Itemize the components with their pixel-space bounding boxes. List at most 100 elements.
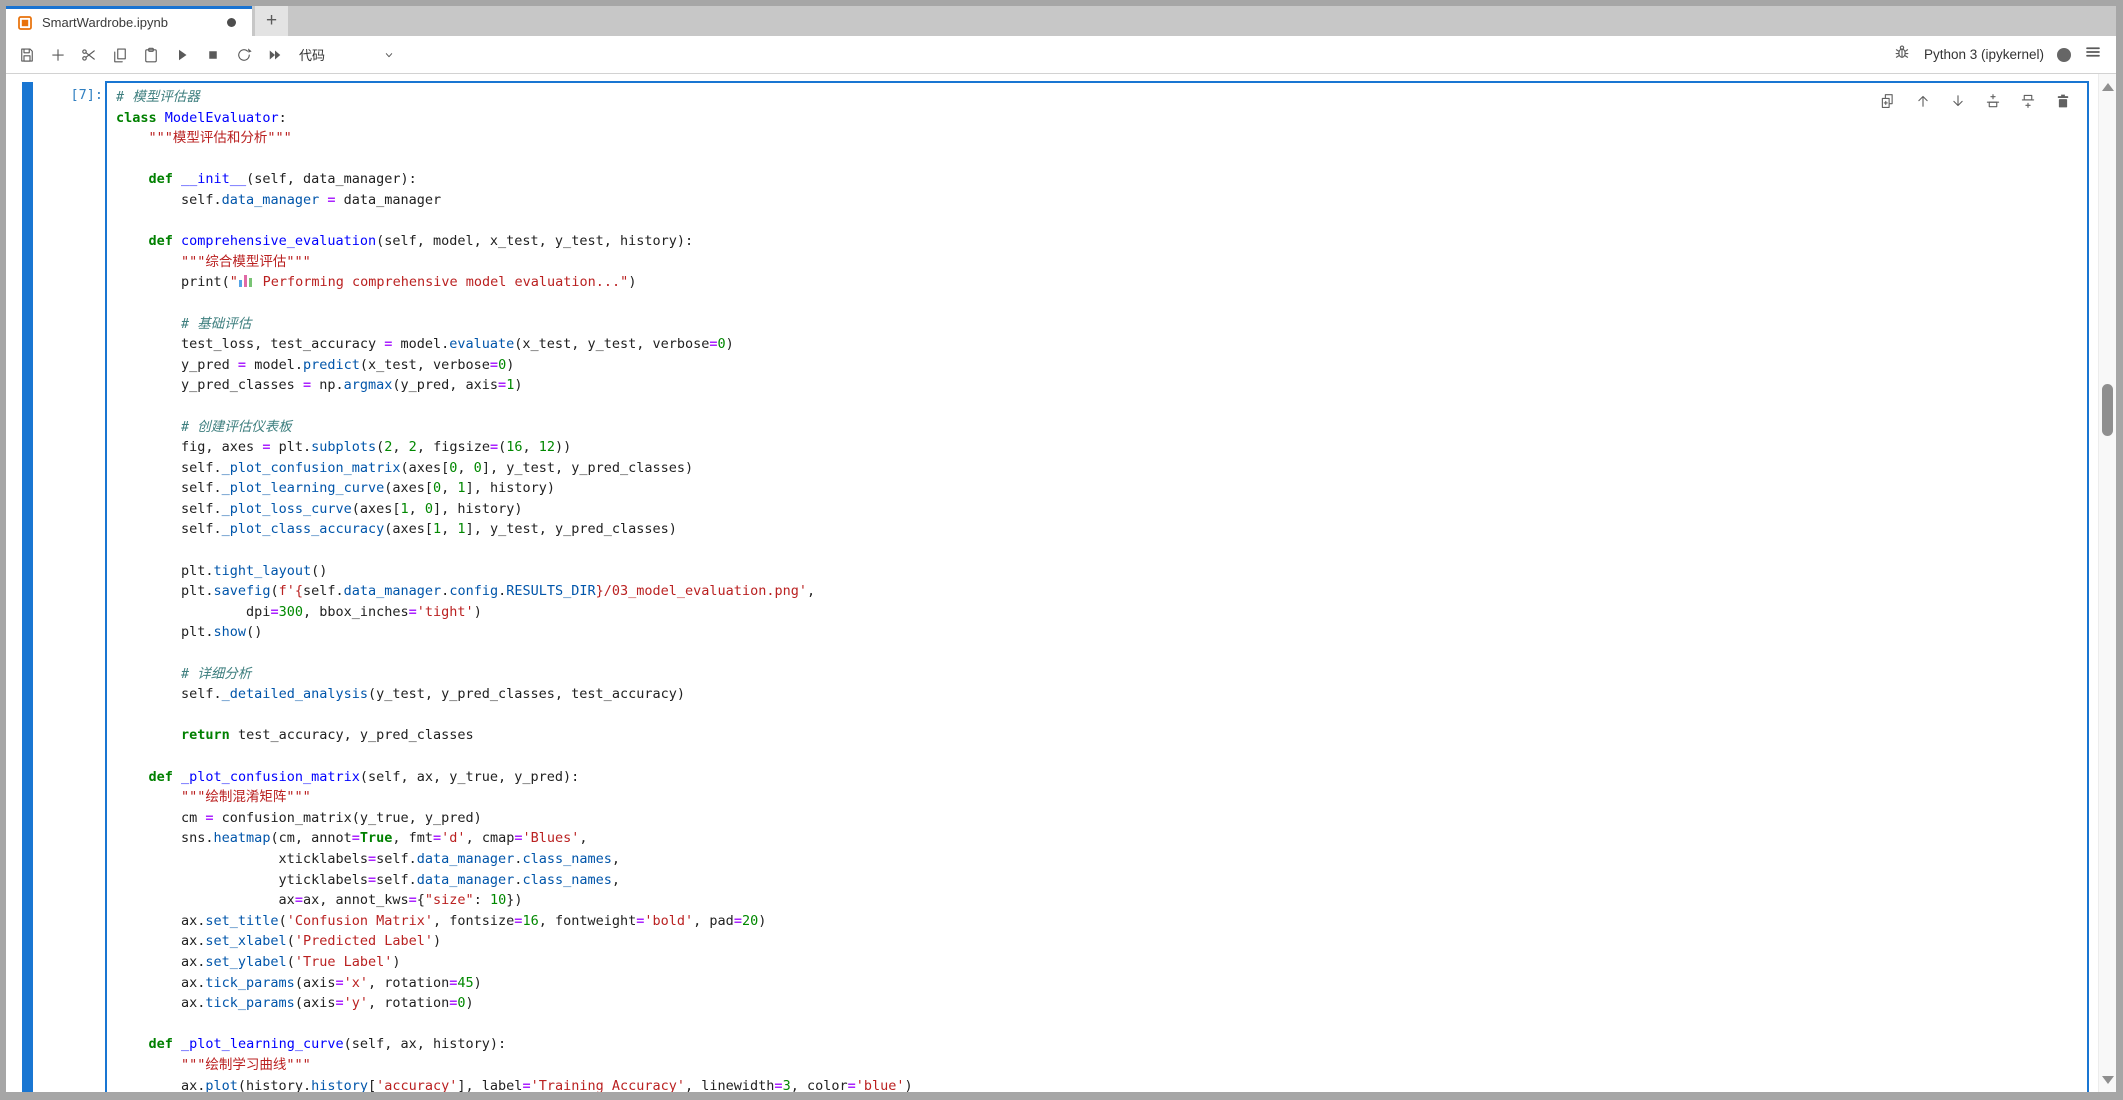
kernel-indicator-group: Python 3 (ipykernel) bbox=[1893, 43, 2102, 66]
bug-icon bbox=[1893, 43, 1911, 61]
tab-bar: SmartWardrobe.ipynb + bbox=[6, 6, 2116, 36]
interrupt-kernel-button[interactable] bbox=[197, 40, 228, 70]
unsaved-indicator-dot bbox=[227, 18, 236, 27]
bar-chart-emoji bbox=[239, 274, 253, 287]
plus-icon bbox=[49, 46, 67, 64]
code-line: self._plot_confusion_matrix(axes[0, 0], … bbox=[116, 458, 2077, 479]
cell-type-dropdown[interactable]: 代码 bbox=[299, 45, 397, 64]
code-line bbox=[116, 211, 2077, 232]
code-line: plt.show() bbox=[116, 622, 2077, 643]
insert-cell-above-button[interactable] bbox=[1984, 92, 2002, 110]
cell-toolbar bbox=[1877, 90, 2074, 112]
arrow-down-icon bbox=[1949, 92, 1967, 110]
code-line bbox=[116, 1014, 2077, 1035]
insert-cell-below-button[interactable] bbox=[2019, 92, 2037, 110]
code-line: ax.plot(history.history['accuracy'], lab… bbox=[116, 1076, 2077, 1093]
code-line: """绘制混淆矩阵""" bbox=[116, 787, 2077, 808]
notebook-toolbar: 代码 Python 3 (ipykernel) bbox=[6, 36, 2116, 74]
code-line: plt.savefig(f'{self.data_manager.config.… bbox=[116, 581, 2077, 602]
fast-forward-icon bbox=[266, 46, 284, 64]
run-cell-button[interactable] bbox=[166, 40, 197, 70]
scissors-icon bbox=[80, 46, 98, 64]
delete-cell-button[interactable] bbox=[2054, 92, 2072, 110]
scrollbar-down-arrow[interactable] bbox=[2099, 1072, 2116, 1088]
code-line: self._plot_learning_curve(axes[0, 1], hi… bbox=[116, 478, 2077, 499]
code-line: return test_accuracy, y_pred_classes bbox=[116, 725, 2077, 746]
debugger-button[interactable] bbox=[1893, 43, 1911, 66]
restart-kernel-button[interactable] bbox=[228, 40, 259, 70]
notebook-file-icon bbox=[17, 15, 33, 31]
hamburger-icon bbox=[2084, 43, 2102, 61]
save-icon bbox=[18, 46, 36, 64]
new-tab-button[interactable]: + bbox=[255, 6, 288, 36]
save-button[interactable] bbox=[11, 40, 42, 70]
notebook-tab[interactable]: SmartWardrobe.ipynb bbox=[6, 6, 252, 36]
code-cell-editor[interactable]: # 模型评估器class ModelEvaluator: """模型评估和分析"… bbox=[105, 81, 2089, 1092]
insert-above-icon bbox=[1984, 92, 2002, 110]
notebook-scrollbar[interactable] bbox=[2098, 74, 2116, 1092]
kernel-name[interactable]: Python 3 (ipykernel) bbox=[1924, 47, 2044, 62]
triangle-down-icon bbox=[2102, 1076, 2114, 1084]
cut-cells-button[interactable] bbox=[73, 40, 104, 70]
code-line: test_loss, test_accuracy = model.evaluat… bbox=[116, 334, 2077, 355]
move-cell-up-button[interactable] bbox=[1914, 92, 1932, 110]
code-line: xticklabels=self.data_manager.class_name… bbox=[116, 849, 2077, 870]
restart-icon bbox=[235, 46, 253, 64]
code-line: print(" Performing comprehensive model e… bbox=[116, 272, 2077, 293]
triangle-up-icon bbox=[2102, 83, 2114, 91]
code-line bbox=[116, 396, 2077, 417]
code-line: """综合模型评估""" bbox=[116, 252, 2077, 273]
move-cell-down-button[interactable] bbox=[1949, 92, 1967, 110]
scrollbar-up-arrow[interactable] bbox=[2099, 79, 2116, 95]
code-content[interactable]: # 模型评估器class ModelEvaluator: """模型评估和分析"… bbox=[107, 83, 2087, 1092]
app-window: SmartWardrobe.ipynb + bbox=[6, 6, 2116, 1092]
window-frame: SmartWardrobe.ipynb + bbox=[0, 0, 2123, 1100]
code-line: self._plot_loss_curve(axes[1, 0], histor… bbox=[116, 499, 2077, 520]
code-line: # 详细分析 bbox=[116, 664, 2077, 685]
duplicate-cell-button[interactable] bbox=[1879, 92, 1897, 110]
copy-cells-button[interactable] bbox=[104, 40, 135, 70]
arrow-up-icon bbox=[1914, 92, 1932, 110]
code-line: """模型评估和分析""" bbox=[116, 128, 2077, 149]
insert-cell-button[interactable] bbox=[42, 40, 73, 70]
code-line: ax.set_xlabel('Predicted Label') bbox=[116, 931, 2077, 952]
code-line: ax=ax, annot_kws={"size": 10}) bbox=[116, 890, 2077, 911]
play-icon bbox=[173, 46, 191, 64]
execution-count: [7]: bbox=[36, 87, 103, 103]
code-line: # 创建评估仪表板 bbox=[116, 417, 2077, 438]
notebook-area: [7]: # 模型评估器class ModelEvaluator: """模型评… bbox=[6, 74, 2116, 1092]
cell-type-label: 代码 bbox=[299, 45, 325, 64]
code-line: ax.set_title('Confusion Matrix', fontsiz… bbox=[116, 911, 2077, 932]
restart-run-all-button[interactable] bbox=[259, 40, 290, 70]
copy-icon bbox=[111, 46, 129, 64]
code-line: cm = confusion_matrix(y_true, y_pred) bbox=[116, 808, 2077, 829]
code-line: def _plot_confusion_matrix(self, ax, y_t… bbox=[116, 767, 2077, 788]
code-line: plt.tight_layout() bbox=[116, 561, 2077, 582]
code-line: class ModelEvaluator: bbox=[116, 108, 2077, 129]
paste-cells-button[interactable] bbox=[135, 40, 166, 70]
code-line bbox=[116, 705, 2077, 726]
active-cell-indicator-bar[interactable] bbox=[22, 82, 33, 1092]
code-line: y_pred = model.predict(x_test, verbose=0… bbox=[116, 355, 2077, 376]
stop-icon bbox=[204, 46, 222, 64]
code-line: ax.set_ylabel('True Label') bbox=[116, 952, 2077, 973]
code-line: # 模型评估器 bbox=[116, 87, 2077, 108]
code-line: # 基础评估 bbox=[116, 314, 2077, 335]
clipboard-icon bbox=[142, 46, 160, 64]
code-line: def _plot_learning_curve(self, ax, histo… bbox=[116, 1034, 2077, 1055]
code-line: """绘制学习曲线""" bbox=[116, 1055, 2077, 1076]
code-line: ax.tick_params(axis='y', rotation=0) bbox=[116, 993, 2077, 1014]
trash-icon bbox=[2054, 92, 2072, 110]
kernel-status-icon[interactable] bbox=[2057, 48, 2071, 62]
code-line: fig, axes = plt.subplots(2, 2, figsize=(… bbox=[116, 437, 2077, 458]
scrollbar-thumb[interactable] bbox=[2102, 384, 2113, 436]
code-line bbox=[116, 149, 2077, 170]
code-line bbox=[116, 746, 2077, 767]
code-line bbox=[116, 293, 2077, 314]
code-line: self._detailed_analysis(y_test, y_pred_c… bbox=[116, 684, 2077, 705]
code-line bbox=[116, 540, 2077, 561]
code-line: def comprehensive_evaluation(self, model… bbox=[116, 231, 2077, 252]
insert-below-icon bbox=[2019, 92, 2037, 110]
duplicate-cell-icon bbox=[1879, 92, 1897, 110]
menu-button[interactable] bbox=[2084, 43, 2102, 66]
